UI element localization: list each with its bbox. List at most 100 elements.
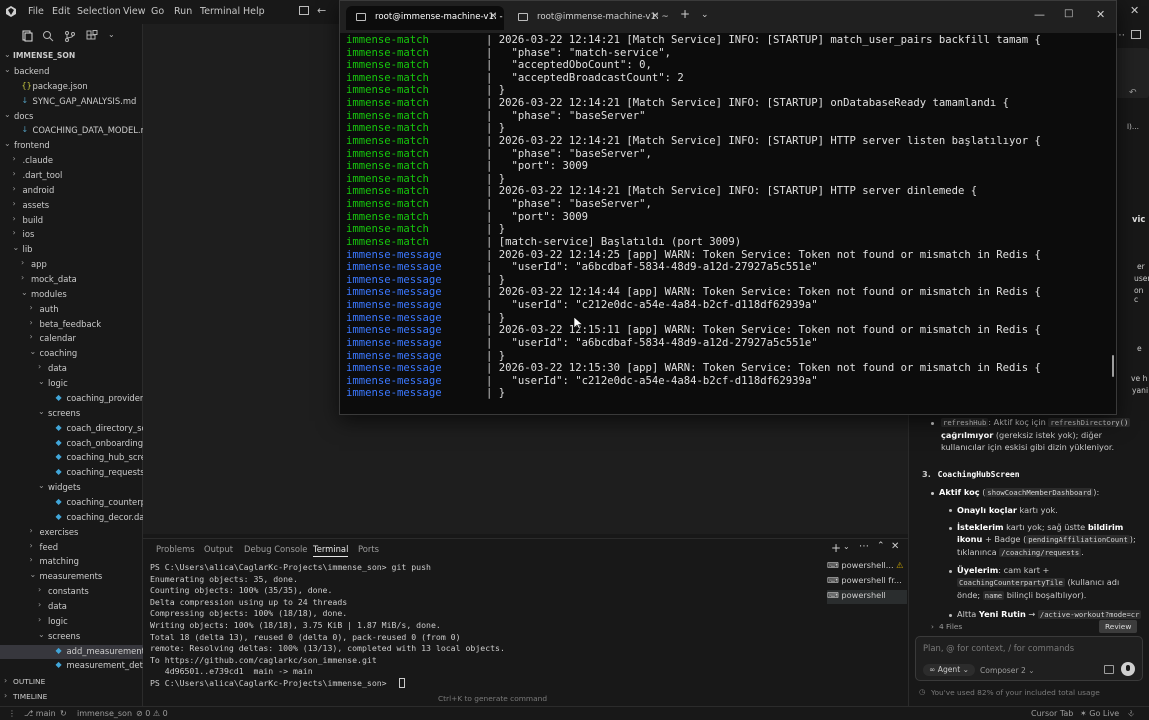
workspace-name[interactable]: immense_son — [77, 709, 132, 718]
folder-item[interactable]: ⌄ lib — [0, 243, 143, 258]
toggle-panel-icon[interactable] — [1131, 30, 1141, 39]
menu-run[interactable]: Run — [174, 6, 192, 17]
minimize-icon[interactable]: — — [1034, 8, 1045, 21]
folder-item[interactable]: ⌄ screens — [0, 407, 143, 422]
sync-icon[interactable]: ↻ — [60, 709, 67, 718]
undo-icon[interactable]: ↶ — [1129, 88, 1137, 98]
branch-indicator[interactable]: ⎇ main — [24, 709, 56, 718]
tab-problems[interactable]: Problems — [156, 544, 195, 554]
folder-item[interactable]: › .claude — [0, 154, 143, 169]
folder-item[interactable]: › exercises — [0, 526, 143, 541]
folder-item[interactable]: › auth — [0, 303, 143, 318]
notifications-icon[interactable]: ⎀ — [1128, 709, 1134, 719]
menu-go[interactable]: Go — [151, 6, 164, 17]
tab-debug-console[interactable]: Debug Console — [244, 544, 307, 554]
terminal-output[interactable]: immense-match | 2026-03-22 12:14:21 [Matc… — [340, 33, 1116, 414]
new-tab-icon[interactable]: + — [680, 7, 690, 21]
chevron-down-icon[interactable]: ⌄ — [843, 542, 850, 551]
file-item[interactable]: ◆ measurement_detail_s... — [0, 659, 144, 674]
close-window-icon[interactable]: ✕ — [1096, 8, 1105, 21]
tab-terminal[interactable]: Terminal — [313, 544, 349, 557]
explorer-root[interactable]: ⌄ IMMENSE_SON — [0, 50, 143, 65]
file-item[interactable]: ◆ coach_onboarding_scr... — [0, 437, 144, 452]
folder-item[interactable]: ⌄ widgets — [0, 481, 143, 496]
close-tab-icon[interactable]: ✕ — [489, 11, 497, 22]
explorer-files-icon[interactable] — [21, 30, 33, 42]
folder-item[interactable]: ⌄ logic — [0, 377, 143, 392]
search-icon[interactable] — [42, 30, 54, 42]
folder-item[interactable]: › matching — [0, 555, 143, 570]
folder-item[interactable]: ⌄ coaching — [0, 347, 143, 362]
back-arrow-icon[interactable]: ← — [317, 4, 326, 17]
close-tab-icon[interactable]: ✕ — [651, 11, 659, 22]
problems-indicator[interactable]: ⊘ 0 ⚠ 0 — [136, 709, 168, 718]
folder-item[interactable]: ⌄ screens — [0, 630, 143, 645]
folder-item[interactable]: › assets — [0, 199, 143, 214]
menu-help[interactable]: Help — [243, 6, 265, 17]
terminal-tab-1[interactable]: root@immense-machine-v1: - ✕ — [346, 6, 504, 30]
image-attach-icon[interactable] — [1104, 665, 1114, 674]
changed-files-bar[interactable]: › 4 Files Review — [917, 620, 1145, 634]
folder-item[interactable]: › data — [0, 362, 143, 377]
terminal-scrollbar[interactable] — [1112, 355, 1114, 377]
timeline-section[interactable]: › TIMELINE — [0, 691, 143, 706]
file-item[interactable]: ◆ add_measurement_scr... — [0, 644, 143, 660]
cursor-tab-status[interactable]: Cursor Tab — [1031, 709, 1073, 718]
folder-item[interactable]: › android — [0, 184, 143, 199]
file-item[interactable]: ◆ coaching_hub_screen.... — [0, 451, 144, 466]
chat-input-box[interactable]: Plan, @ for context, / for commands ∞ Ag… — [915, 636, 1143, 681]
chevron-down-icon[interactable]: ⌄ — [701, 10, 709, 20]
folder-item[interactable]: ⌄ modules — [0, 288, 143, 303]
toggle-sidebar-icon[interactable] — [299, 6, 309, 15]
close-panel-icon[interactable]: ✕ — [891, 541, 899, 552]
voice-input-icon[interactable] — [1121, 662, 1135, 676]
tab-output[interactable]: Output — [204, 544, 233, 554]
remote-icon[interactable]: ⋮ — [8, 709, 16, 718]
menu-terminal[interactable]: Terminal — [200, 6, 240, 17]
window-close-icon[interactable]: ✕ — [1130, 4, 1139, 17]
terminal-instance[interactable]: ⌨ powershell — [827, 590, 907, 604]
source-control-icon[interactable] — [64, 30, 76, 42]
new-terminal-icon[interactable]: + — [831, 541, 841, 555]
terminal-instance[interactable]: ⌨ powershell fr... — [827, 575, 907, 589]
folder-item[interactable]: › build — [0, 214, 143, 229]
folder-item[interactable]: ⌄ frontend — [0, 139, 143, 154]
file-item[interactable]: ◆ coaching_requests_scr... — [0, 466, 144, 481]
folder-item[interactable]: › .dart_tool — [0, 169, 143, 184]
tab-ports[interactable]: Ports — [358, 544, 379, 554]
model-selector[interactable]: Composer 2 ⌄ — [980, 666, 1035, 675]
agent-mode-selector[interactable]: ∞ Agent ⌄ — [923, 664, 976, 676]
file-item[interactable]: ◆ coaching_decor.dart — [0, 511, 144, 526]
maximize-panel-icon[interactable]: ⌃ — [877, 541, 885, 551]
file-item[interactable]: ◆ coach_directory_scree... — [0, 422, 144, 437]
folder-item[interactable]: ⌄ backend — [0, 65, 143, 80]
terminal-instance[interactable]: ⌨ powershell... ⚠ — [827, 560, 907, 574]
menu-selection[interactable]: Selection — [77, 6, 121, 17]
review-button[interactable]: Review — [1099, 620, 1138, 633]
terminal-tab-2[interactable]: root@immense-machine-v1: ~ ✕ — [508, 6, 669, 30]
file-item[interactable]: ↓ COACHING_DATA_MODEL.md — [0, 124, 144, 139]
folder-item[interactable]: › beta_feedback — [0, 318, 143, 333]
file-item[interactable]: ◆ coaching_counterpart... — [0, 496, 144, 511]
menu-file[interactable]: File — [28, 6, 44, 17]
more-actions-icon[interactable]: ⋯ — [859, 541, 869, 552]
go-live-button[interactable]: ✶ Go Live — [1080, 709, 1119, 718]
folder-item[interactable]: › feed — [0, 541, 143, 556]
folder-item[interactable]: › constants — [0, 585, 143, 600]
file-item[interactable]: {} package.json — [0, 80, 143, 95]
folder-item[interactable]: › mock_data — [0, 273, 143, 288]
folder-item[interactable]: › ios — [0, 228, 143, 243]
outline-section[interactable]: › OUTLINE — [0, 676, 143, 691]
menu-view[interactable]: View — [123, 6, 146, 17]
folder-item[interactable]: › data — [0, 600, 143, 615]
folder-item[interactable]: › logic — [0, 615, 143, 630]
folder-item[interactable]: ⌄ docs — [0, 110, 143, 125]
file-item[interactable]: ◆ coaching_provider.dart — [0, 392, 144, 407]
file-item[interactable]: ↓ SYNC_GAP_ANALYSIS.md — [0, 95, 143, 110]
extensions-icon[interactable] — [86, 30, 98, 42]
maximize-icon[interactable]: □ — [1064, 8, 1073, 19]
folder-item[interactable]: › calendar — [0, 332, 143, 347]
folder-item[interactable]: ⌄ measurements — [0, 570, 143, 585]
folder-item[interactable]: › app — [0, 258, 143, 273]
menu-edit[interactable]: Edit — [52, 6, 70, 17]
